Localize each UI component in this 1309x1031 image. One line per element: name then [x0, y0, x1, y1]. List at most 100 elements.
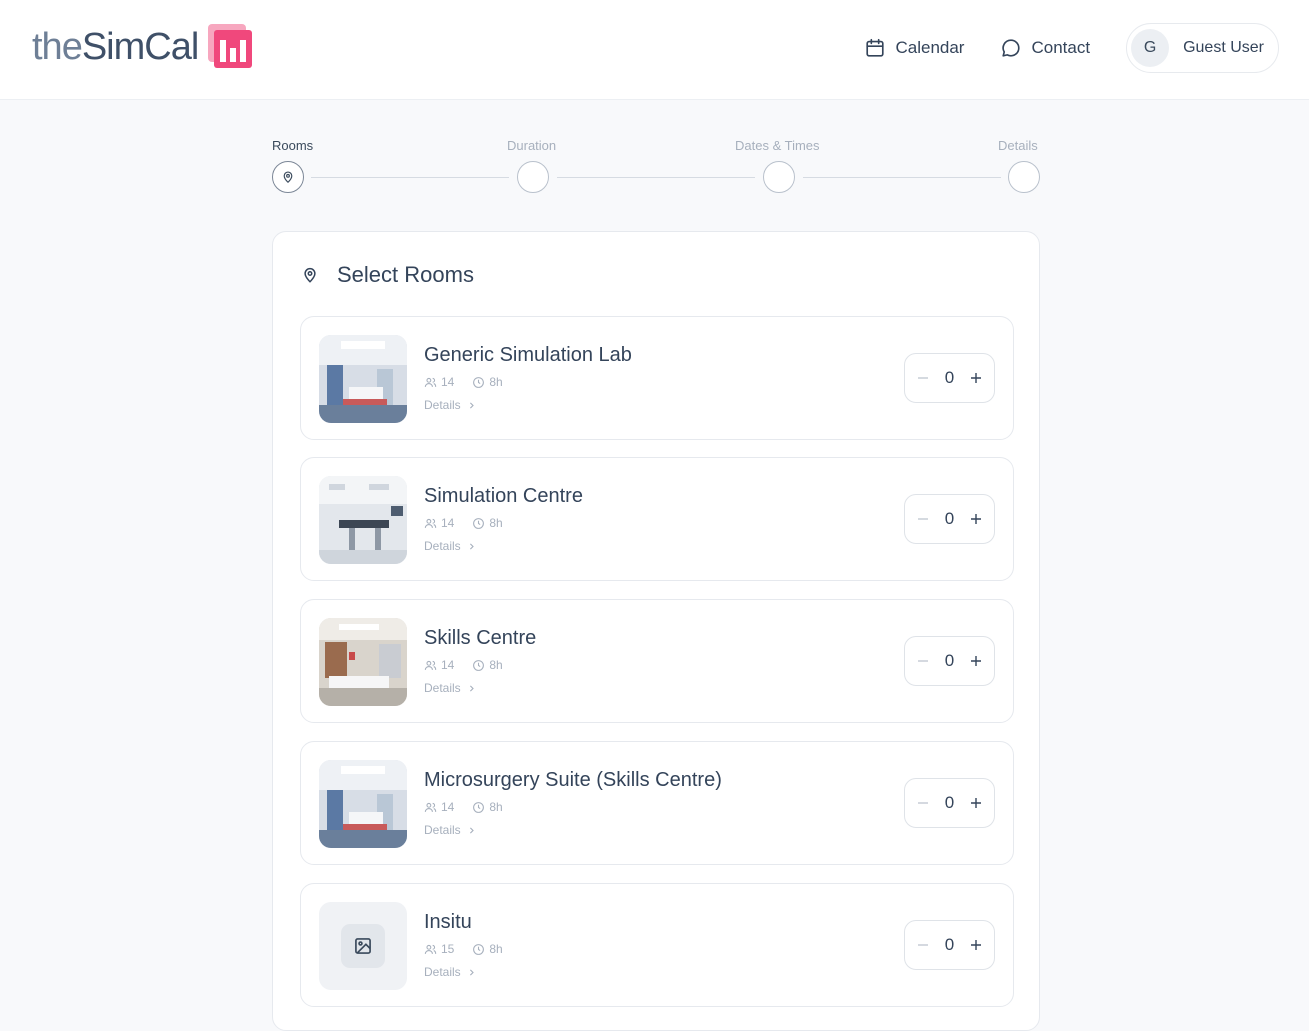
- decrement-button[interactable]: [915, 937, 931, 953]
- chevron-right-icon: [469, 684, 474, 692]
- clock-icon: [473, 517, 485, 529]
- quantity-value: 0: [944, 368, 955, 387]
- chat-bubble-icon: [1002, 39, 1021, 57]
- room-name: Generic Simulation Lab: [424, 344, 632, 366]
- room-name: Skills Centre: [424, 627, 537, 649]
- quantity-stepper: 0: [904, 353, 995, 403]
- room-duration: 8h: [489, 800, 503, 814]
- clock-icon: [473, 943, 485, 955]
- increment-button[interactable]: [968, 795, 984, 811]
- room-duration: 8h: [489, 942, 503, 956]
- step-rooms-label: Rooms: [272, 138, 314, 153]
- room-details-link[interactable]: Details: [424, 398, 476, 412]
- quantity-value: 0: [944, 793, 955, 812]
- room-details-link[interactable]: Details: [424, 965, 476, 979]
- logo-wordmark: theSimCal: [32, 26, 199, 68]
- room-details-link[interactable]: Details: [424, 681, 476, 695]
- users-icon: [424, 802, 437, 812]
- room-details-link[interactable]: Details: [424, 539, 476, 553]
- quantity-stepper: 0: [904, 920, 995, 970]
- plus-icon: [971, 656, 981, 666]
- users-icon: [424, 660, 437, 670]
- decrement-button[interactable]: [915, 653, 931, 669]
- room-photo: [319, 760, 407, 848]
- room-duration: 8h: [489, 516, 503, 530]
- step-details-label: Details: [998, 138, 1038, 153]
- room-meta: 14 8h: [424, 516, 503, 530]
- details-label: Details: [424, 539, 461, 553]
- nav-contact-label: Contact: [1031, 38, 1091, 57]
- nav-contact-link[interactable]: Contact: [1000, 37, 1090, 59]
- room-duration: 8h: [489, 658, 503, 672]
- clock-icon: [473, 659, 485, 671]
- logo-mark-icon: [208, 24, 254, 70]
- room-name: Insitu: [424, 911, 472, 933]
- room-name: Microsurgery Suite (Skills Centre): [424, 769, 722, 791]
- user-menu-button[interactable]: G Guest User: [1126, 23, 1279, 73]
- map-pin-icon: [304, 267, 316, 283]
- room-card[interactable]: Generic Simulation Lab 14 8h Details 0: [300, 316, 1014, 440]
- top-header: theSimCal Calendar Contact G Guest User: [0, 0, 1309, 100]
- decrement-button[interactable]: [915, 370, 931, 386]
- room-photo-placeholder: [319, 902, 407, 990]
- room-name: Simulation Centre: [424, 485, 583, 507]
- room-card[interactable]: Skills Centre 14 8h Details 0: [300, 599, 1014, 723]
- step-duration-circle[interactable]: [517, 161, 549, 193]
- step-rooms-circle[interactable]: [272, 161, 304, 193]
- room-details-link[interactable]: Details: [424, 823, 476, 837]
- chevron-right-icon: [469, 968, 474, 976]
- step-connector: [557, 177, 755, 178]
- decrement-button[interactable]: [915, 795, 931, 811]
- minus-icon: [918, 377, 928, 379]
- card-title: Select Rooms: [301, 262, 474, 288]
- room-card[interactable]: Simulation Centre 14 8h Details 0: [300, 457, 1014, 581]
- quantity-value: 0: [944, 651, 955, 670]
- room-capacity: 14: [441, 516, 455, 530]
- increment-button[interactable]: [968, 937, 984, 953]
- plus-icon: [971, 373, 981, 383]
- room-meta: 15 8h: [424, 942, 503, 956]
- details-label: Details: [424, 398, 461, 412]
- step-connector: [311, 177, 509, 178]
- room-photo: [319, 476, 407, 564]
- clock-icon: [473, 376, 485, 388]
- room-capacity: 14: [441, 375, 455, 389]
- room-meta: 14 8h: [424, 800, 503, 814]
- increment-button[interactable]: [968, 653, 984, 669]
- image-placeholder-icon: [355, 938, 371, 954]
- room-photo: [319, 618, 407, 706]
- plus-icon: [971, 798, 981, 808]
- avatar: G: [1131, 29, 1170, 67]
- room-duration: 8h: [489, 375, 503, 389]
- room-card[interactable]: Insitu 15 8h Details 0: [300, 883, 1014, 1007]
- plus-icon: [971, 940, 981, 950]
- chevron-right-icon: [469, 542, 474, 550]
- minus-icon: [918, 944, 928, 946]
- quantity-stepper: 0: [904, 778, 995, 828]
- minus-icon: [918, 518, 928, 520]
- top-nav: Calendar Contact G Guest User: [864, 23, 1279, 73]
- brand-logo[interactable]: theSimCal: [32, 24, 254, 70]
- users-icon: [424, 518, 437, 528]
- room-meta: 14 8h: [424, 375, 503, 389]
- step-dates-circle[interactable]: [763, 161, 795, 193]
- decrement-button[interactable]: [915, 511, 931, 527]
- room-capacity: 15: [441, 942, 455, 956]
- users-icon: [424, 377, 437, 387]
- plus-icon: [971, 514, 981, 524]
- booking-stepper: Rooms Duration Dates & Times Details: [272, 138, 1040, 194]
- room-card[interactable]: Microsurgery Suite (Skills Centre) 14 8h…: [300, 741, 1014, 865]
- quantity-stepper: 0: [904, 636, 995, 686]
- step-dates-label: Dates & Times: [735, 138, 820, 153]
- increment-button[interactable]: [968, 370, 984, 386]
- nav-calendar-link[interactable]: Calendar: [864, 37, 964, 59]
- increment-button[interactable]: [968, 511, 984, 527]
- step-connector: [803, 177, 1001, 178]
- minus-icon: [918, 802, 928, 804]
- step-duration-label: Duration: [507, 138, 557, 153]
- room-meta: 14 8h: [424, 658, 503, 672]
- step-details-circle[interactable]: [1008, 161, 1040, 193]
- room-capacity: 14: [441, 658, 455, 672]
- map-pin-icon: [283, 171, 293, 184]
- quantity-stepper: 0: [904, 494, 995, 544]
